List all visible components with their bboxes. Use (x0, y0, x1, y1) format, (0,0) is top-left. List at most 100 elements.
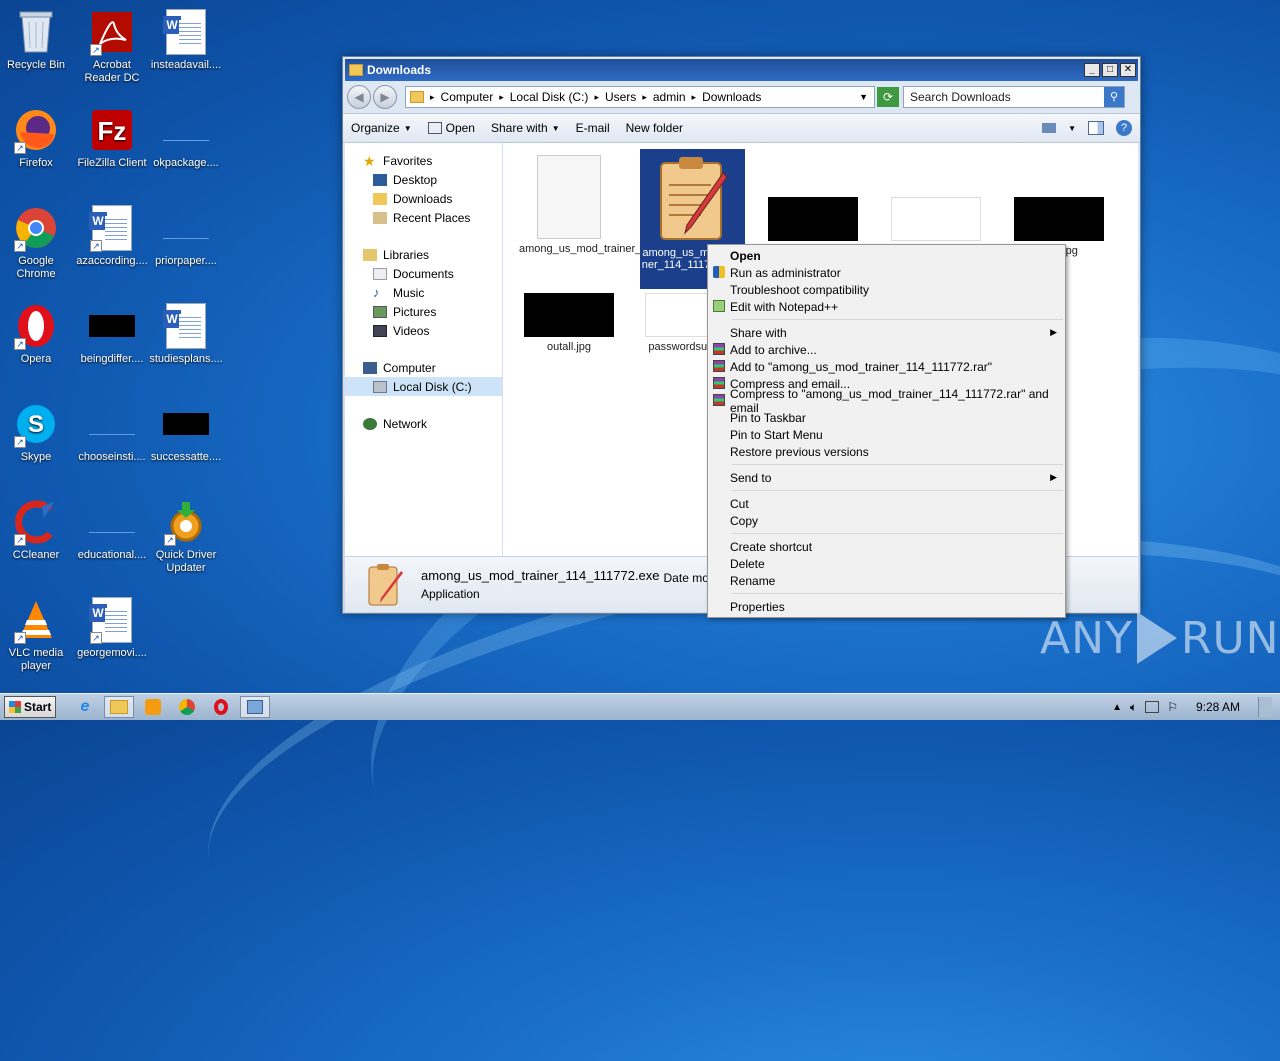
chevron-right-icon[interactable]: ▸ (692, 92, 697, 103)
taskbar-ie[interactable]: e (70, 696, 100, 718)
menu-item-troubleshoot-compatibility[interactable]: Troubleshoot compatibility (708, 281, 1065, 298)
menu-item-copy[interactable]: Copy (708, 512, 1065, 529)
chevron-down-icon[interactable]: ▼ (1068, 124, 1076, 133)
breadcrumb-computer[interactable]: Computer (441, 90, 494, 104)
chevron-right-icon[interactable]: ▸ (594, 92, 599, 103)
nav-documents[interactable]: Documents (345, 264, 502, 283)
chevron-right-icon[interactable]: ▸ (642, 92, 647, 103)
nav-downloads[interactable]: Downloads (345, 189, 502, 208)
volume-icon[interactable]: 🔈︎ (1130, 700, 1137, 715)
network-tray-icon[interactable] (1145, 701, 1160, 713)
desktop-icon-firefox[interactable]: ↗ Firefox (0, 106, 74, 170)
desktop-icon-image[interactable]: successatte.... (148, 400, 224, 464)
nav-recent-places[interactable]: Recent Places (345, 208, 502, 227)
desktop-icon-doc[interactable]: W ↗ azaccording.... (74, 204, 150, 268)
share-with-button[interactable]: Share with ▼ (491, 121, 560, 135)
menu-item-send-to[interactable]: Send to ▶ (708, 469, 1065, 486)
new-folder-button[interactable]: New folder (626, 121, 683, 135)
file-item[interactable] (763, 197, 863, 245)
desktop-icon-acrobat[interactable]: ↗ Acrobat Reader DC (74, 8, 150, 85)
chevron-up-icon[interactable]: ▲ (1112, 702, 1122, 713)
desktop-icon-filezilla[interactable]: Fz FileZilla Client (74, 106, 150, 170)
chevron-right-icon[interactable]: ▸ (499, 92, 504, 103)
menu-item-properties[interactable]: Properties (708, 598, 1065, 615)
desktop-icon-chrome[interactable]: ↗ Google Chrome (0, 204, 74, 281)
desktop-icon-opera[interactable]: ↗ Opera (0, 302, 74, 366)
nav-pictures[interactable]: Pictures (345, 302, 502, 321)
minimize-button[interactable]: _ (1084, 63, 1100, 77)
file-item[interactable] (886, 197, 986, 245)
refresh-button[interactable]: ⟳ (877, 87, 899, 107)
file-item[interactable]: among_us_mod_trainer_114.exe (519, 155, 680, 255)
desktop-icon-file[interactable]: chooseinsti.... (74, 400, 150, 464)
nav-videos[interactable]: Videos (345, 321, 502, 340)
nav-libraries[interactable]: Libraries (345, 245, 502, 264)
taskbar-opera[interactable] (206, 696, 236, 718)
breadcrumb-downloads[interactable]: Downloads (702, 90, 761, 104)
chevron-down-icon[interactable]: ▼ (859, 92, 868, 102)
maximize-button[interactable]: □ (1102, 63, 1118, 77)
nav-music[interactable]: ♪ Music (345, 283, 502, 302)
flag-icon[interactable]: ⚐ (1167, 700, 1178, 714)
nav-favorites[interactable]: ★ Favorites (345, 151, 502, 170)
menu-item-compress-to-among-us-mod-trainer-114-111[interactable]: Compress to "among_us_mod_trainer_114_11… (708, 387, 1065, 415)
desktop-icon-skype[interactable]: S ↗ Skype (0, 400, 74, 464)
change-view-icon[interactable] (1042, 123, 1057, 133)
menu-item-restore-previous-versions[interactable]: Restore previous versions (708, 443, 1065, 460)
back-button[interactable]: ◀ (347, 85, 371, 109)
desktop-icon-file[interactable]: priorpaper.... (148, 204, 224, 268)
help-icon[interactable]: ? (1116, 120, 1132, 136)
desktop-icon-recycle-bin[interactable]: Recycle Bin (0, 8, 74, 72)
desktop-icon-file[interactable]: okpackage.... (148, 106, 224, 170)
menu-item-rename[interactable]: Rename (708, 572, 1065, 589)
taskbar-chrome[interactable] (172, 696, 202, 718)
nav-network[interactable]: Network (345, 414, 502, 433)
menu-item-add-to-archive[interactable]: Add to archive... (708, 341, 1065, 358)
open-button[interactable]: Open (427, 121, 475, 135)
breadcrumb-admin[interactable]: admin (653, 90, 686, 104)
desktop-icon-vlc[interactable]: ↗ VLC media player (0, 596, 74, 673)
search-input[interactable]: Search Downloads ⚲ (903, 86, 1125, 108)
desktop-icon-ccleaner[interactable]: ↗ CCleaner (0, 498, 74, 562)
menu-item-share-with[interactable]: Share with ▶ (708, 324, 1065, 341)
nav-local-disk[interactable]: Local Disk (C:) (345, 377, 502, 396)
menu-item-label: Create shortcut (730, 539, 813, 554)
desktop-icon-file[interactable]: educational.... (74, 498, 150, 562)
menu-item-open[interactable]: Open (708, 247, 1065, 264)
breadcrumb-local-disk[interactable]: Local Disk (C:) (510, 90, 589, 104)
taskbar-explorer[interactable] (104, 696, 134, 718)
menu-item-cut[interactable]: Cut (708, 495, 1065, 512)
menu-item-edit-with-notepad[interactable]: Edit with Notepad++ (708, 298, 1065, 315)
breadcrumb-users[interactable]: Users (605, 90, 636, 104)
close-button[interactable]: ✕ (1120, 63, 1136, 77)
show-desktop-button[interactable] (1258, 697, 1272, 717)
search-icon[interactable]: ⚲ (1104, 87, 1124, 107)
taskbar-media-player[interactable] (138, 696, 168, 718)
desktop-icon-image[interactable]: beingdiffer.... (74, 302, 150, 366)
menu-item-run-as-administrator[interactable]: Run as administrator (708, 264, 1065, 281)
menu-item-pin-to-taskbar[interactable]: Pin to Taskbar (708, 409, 1065, 426)
email-button[interactable]: E-mail (576, 121, 610, 135)
menu-item-pin-to-start-menu[interactable]: Pin to Start Menu (708, 426, 1065, 443)
taskbar-app[interactable] (240, 696, 270, 718)
forward-button[interactable]: ▶ (373, 85, 397, 109)
shortcut-arrow-icon: ↗ (90, 44, 102, 56)
preview-pane-icon[interactable] (1088, 121, 1104, 135)
clock[interactable]: 9:28 AM (1196, 700, 1240, 714)
desktop-icon-quick-driver[interactable]: ↗ Quick Driver Updater (148, 498, 224, 575)
internet-explorer-icon: e (80, 698, 90, 715)
nav-desktop[interactable]: Desktop (345, 170, 502, 189)
menu-item-add-to-among-us-mod-trainer-114-111772-r[interactable]: Add to "among_us_mod_trainer_114_111772.… (708, 358, 1065, 375)
nav-computer[interactable]: Computer (345, 358, 502, 377)
organize-button[interactable]: Organize ▼ (351, 121, 412, 135)
menu-item-delete[interactable]: Delete (708, 555, 1065, 572)
desktop-icon-doc[interactable]: W ↗ georgemovi.... (74, 596, 150, 660)
window-titlebar[interactable]: Downloads _ □ ✕ (345, 59, 1138, 81)
desktop-icon-doc[interactable]: W studiesplans.... (148, 302, 224, 366)
menu-item-label: Properties (730, 599, 785, 614)
file-item[interactable]: outall.jpg (519, 293, 619, 353)
desktop-icon-doc[interactable]: W insteadavail.... (148, 8, 224, 72)
start-button[interactable]: Start (4, 696, 56, 718)
address-bar[interactable]: ▸ Computer ▸ Local Disk (C:) ▸ Users ▸ a… (405, 86, 875, 108)
menu-item-create-shortcut[interactable]: Create shortcut (708, 538, 1065, 555)
